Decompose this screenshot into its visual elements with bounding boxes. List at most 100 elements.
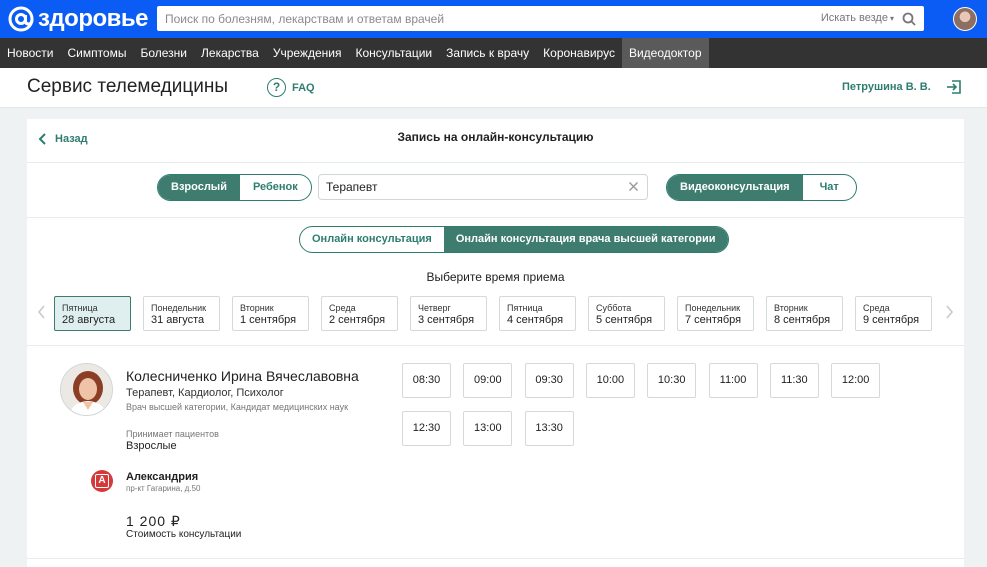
day-date: 7 сентября [685, 314, 742, 326]
booking-card: Запись на онлайн-консультацию Назад Взро… [27, 119, 964, 567]
day-date: 28 августа [62, 314, 116, 326]
time-slot[interactable]: 09:30 [524, 363, 574, 398]
time-slot[interactable]: 10:00 [585, 363, 635, 398]
accepts-label: Принимает пациентов [126, 429, 219, 439]
chevron-left-icon [38, 133, 46, 145]
doctor-category: Врач высшей категории, Кандидат медицинс… [126, 402, 349, 412]
question-icon: ? [267, 78, 286, 97]
nav-item[interactable]: Запись к врачу [439, 38, 536, 68]
doctor-portrait-icon [61, 364, 112, 415]
at-logo-icon [8, 6, 34, 32]
chevron-down-icon: ▾ [889, 14, 894, 23]
day-date: 4 сентября [507, 314, 564, 326]
accepts-value: Взрослые [126, 440, 177, 452]
search-input[interactable] [165, 6, 805, 31]
time-slot[interactable]: 11:30 [769, 363, 819, 398]
time-slot[interactable]: 08:30 [402, 363, 451, 398]
user-name-link[interactable]: Петрушина В. В. [842, 81, 931, 93]
nav-item[interactable]: Новости [0, 38, 60, 68]
divider [27, 345, 964, 346]
video-consult-button[interactable]: Видеоконсультация [667, 175, 803, 200]
day-name: Суббота [596, 303, 632, 313]
next-days-icon[interactable] [943, 304, 955, 320]
day-option[interactable]: Вторник 8 сентября [766, 296, 843, 331]
nav-item[interactable]: Видеодоктор [621, 38, 709, 68]
day-date: 8 сентября [774, 314, 831, 326]
day-date: 3 сентября [418, 314, 475, 326]
day-name: Среда [329, 303, 356, 313]
day-option[interactable]: Понедельник 7 сентября [677, 296, 754, 331]
clear-icon[interactable] [628, 181, 639, 192]
day-option[interactable]: Суббота 5 сентября [588, 296, 665, 331]
consult-top-category-button[interactable]: Онлайн консультация врача высшей категор… [443, 227, 728, 252]
page-header: Сервис телемедицины ? FAQ Петрушина В. В… [0, 68, 987, 108]
divider [27, 217, 964, 218]
search-button[interactable] [900, 10, 918, 28]
day-name: Вторник [240, 303, 274, 313]
doctor-name[interactable]: Колесниченко Ирина Вячеславовна [126, 368, 359, 384]
divider [27, 162, 964, 163]
doctor-photo [60, 363, 113, 416]
search-icon [902, 12, 916, 26]
choose-time-label: Выберите время приема [426, 270, 565, 284]
patient-child-button[interactable]: Ребенок [240, 175, 311, 200]
nav-item[interactable]: Болезни [133, 38, 194, 68]
day-option[interactable]: Среда 2 сентября [321, 296, 398, 331]
day-option[interactable]: Четверг 3 сентября [410, 296, 487, 331]
time-slot[interactable]: 12:30 [402, 411, 451, 446]
day-option[interactable]: Пятница 4 сентября [499, 296, 576, 331]
day-option[interactable]: Понедельник 31 августа [143, 296, 220, 331]
time-slot[interactable]: 09:00 [463, 363, 513, 398]
time-slot[interactable]: 13:00 [463, 411, 513, 446]
faq-label: FAQ [292, 81, 315, 94]
consult-price-label: Стоимость консультации [126, 529, 242, 540]
day-name: Пятница [507, 303, 543, 313]
day-option[interactable]: Вторник 1 сентября [232, 296, 309, 331]
prev-days-icon[interactable] [36, 304, 48, 320]
booking-title: Запись на онлайн-консультацию [397, 130, 594, 144]
back-label: Назад [55, 133, 88, 145]
day-name: Четверг [418, 303, 451, 313]
nav-item[interactable]: Симптомы [60, 38, 133, 68]
patient-adult-button[interactable]: Взрослый [158, 175, 240, 200]
search-scope-dropdown[interactable]: Искать везде ▾ [821, 12, 894, 24]
clinic-logo-icon: A [91, 470, 113, 492]
day-name: Понедельник [151, 303, 207, 313]
logo[interactable]: здоровье [8, 5, 149, 33]
day-option[interactable]: Пятница 28 августа [54, 296, 131, 331]
specialty-input[interactable] [326, 175, 621, 199]
chat-button[interactable]: Чат [803, 175, 856, 200]
clinic-address: пр-кт Гагарина, д.50 [126, 484, 201, 493]
page-title: Сервис телемедицины [27, 76, 228, 97]
patient-type-toggle: Взрослый Ребенок [157, 174, 312, 201]
nav-item[interactable]: Учреждения [266, 38, 349, 68]
nav-item[interactable]: Консультации [348, 38, 439, 68]
day-date: 5 сентября [596, 314, 653, 326]
consult-type-toggle: Онлайн консультация Онлайн консультация … [299, 226, 729, 253]
logout-icon[interactable] [946, 79, 962, 95]
day-date: 31 августа [151, 314, 205, 326]
time-slot[interactable]: 10:30 [647, 363, 697, 398]
nav-item[interactable]: Коронавирус [536, 38, 622, 68]
nav-item[interactable]: Лекарства [194, 38, 266, 68]
day-option[interactable]: Среда 9 сентября [855, 296, 932, 331]
consult-price: 1 200 ₽ [126, 513, 181, 529]
specialty-field [318, 174, 648, 200]
user-avatar[interactable] [953, 7, 977, 31]
divider [27, 558, 964, 559]
faq-link[interactable]: ? FAQ [267, 78, 315, 97]
search-box: Искать везде▾ [157, 6, 924, 31]
back-link[interactable]: Назад [38, 133, 88, 145]
time-slot[interactable]: 12:00 [831, 363, 881, 398]
time-slot[interactable]: 13:30 [524, 411, 574, 446]
day-date: 2 сентября [329, 314, 386, 326]
logo-text: здоровье [38, 5, 149, 32]
day-name: Вторник [774, 303, 808, 313]
consult-standard-button[interactable]: Онлайн консультация [300, 227, 444, 252]
search-scope-label: Искать везде [820, 12, 888, 24]
time-slot[interactable]: 11:00 [708, 363, 758, 398]
clinic-name: Александрия [126, 471, 199, 483]
day-name: Пятница [62, 303, 98, 313]
top-bar: здоровье Искать везде▾ [0, 0, 987, 38]
day-date: 1 сентября [240, 314, 297, 326]
